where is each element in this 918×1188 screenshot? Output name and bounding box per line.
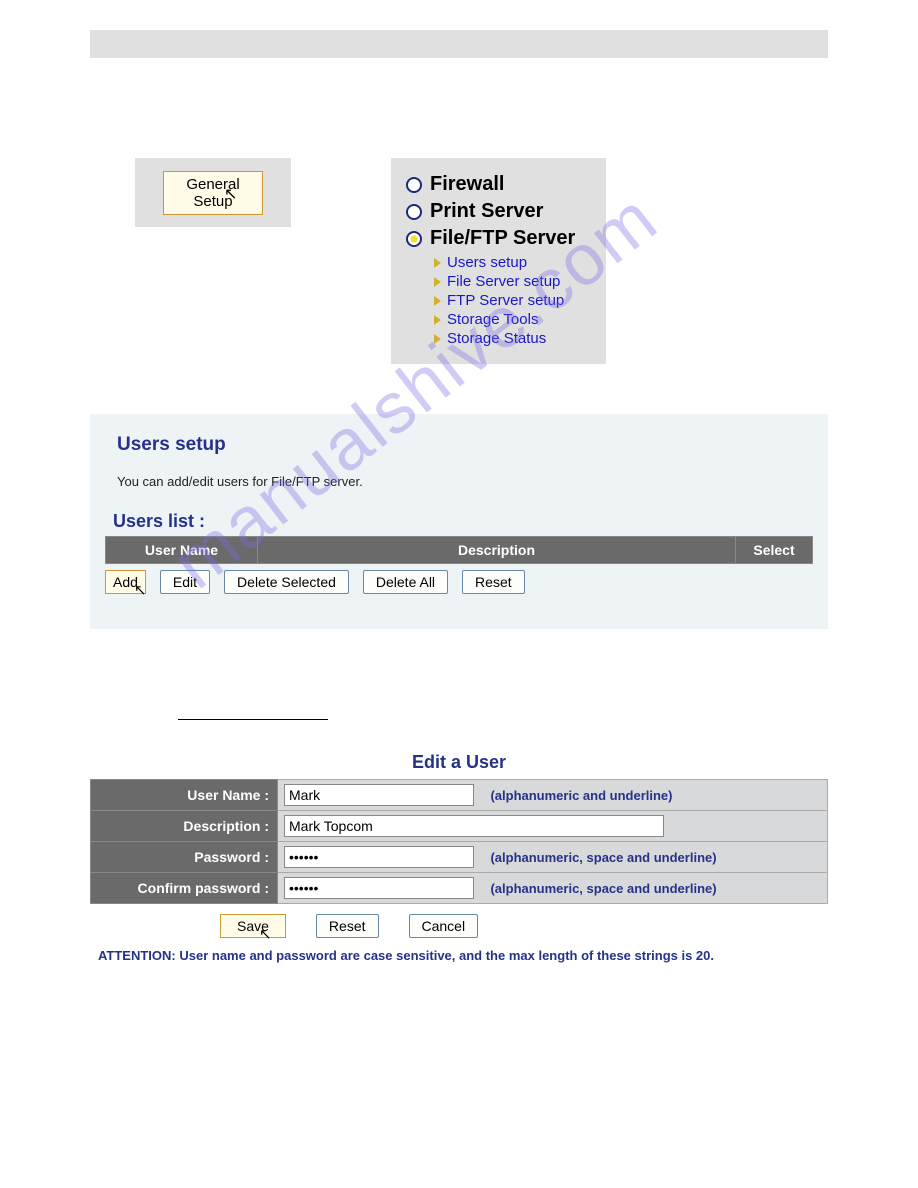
users-setup-title: Users setup xyxy=(117,434,813,456)
sublink-label: Storage Status xyxy=(447,330,546,347)
confirm-password-label: Confirm password : xyxy=(91,873,278,904)
reset-button[interactable]: Reset xyxy=(316,914,379,938)
reset-button[interactable]: Reset xyxy=(462,570,525,594)
confirm-password-field[interactable] xyxy=(284,877,474,899)
top-bar xyxy=(90,30,828,58)
nav-item-print-server[interactable]: Print Server xyxy=(406,200,581,223)
delete-selected-button[interactable]: Delete Selected xyxy=(224,570,349,594)
col-description: Description xyxy=(258,537,736,564)
edit-user-form: User Name : (alphanumeric and underline)… xyxy=(90,779,828,904)
description-label: Description : xyxy=(91,811,278,842)
add-button[interactable]: Add ↖ xyxy=(105,570,146,594)
nav-menu: Firewall Print Server File/FTP Server Us… xyxy=(391,158,606,364)
sublink-users-setup[interactable]: Users setup xyxy=(434,254,581,271)
users-setup-desc: You can add/edit users for File/FTP serv… xyxy=(117,474,813,489)
sublink-label: Storage Tools xyxy=(447,311,538,328)
cursor-icon: ↖ xyxy=(224,184,237,204)
triangle-icon xyxy=(434,315,441,325)
sublink-label: FTP Server setup xyxy=(447,292,564,309)
nav-label: Print Server xyxy=(430,200,543,223)
description-field[interactable] xyxy=(284,815,664,837)
sublink-storage-tools[interactable]: Storage Tools xyxy=(434,311,581,328)
radio-icon xyxy=(406,204,422,220)
triangle-icon xyxy=(434,296,441,306)
col-select: Select xyxy=(736,537,813,564)
sublink-label: Users setup xyxy=(447,254,527,271)
nav-label: Firewall xyxy=(430,173,504,196)
divider-line xyxy=(178,719,328,720)
triangle-icon xyxy=(434,277,441,287)
nav-sublinks: Users setup File Server setup FTP Server… xyxy=(434,254,581,347)
general-setup-container: General Setup ↖ xyxy=(135,158,291,227)
cursor-icon: ↖ xyxy=(259,925,272,943)
password-field[interactable] xyxy=(284,846,474,868)
nav-item-firewall[interactable]: Firewall xyxy=(406,173,581,196)
user-name-hint: (alphanumeric and underline) xyxy=(490,788,672,803)
sublink-ftp-server-setup[interactable]: FTP Server setup xyxy=(434,292,581,309)
user-name-field[interactable] xyxy=(284,784,474,806)
nav-item-file-ftp-server[interactable]: File/FTP Server xyxy=(406,227,581,250)
confirm-password-hint: (alphanumeric, space and underline) xyxy=(490,881,716,896)
radio-icon-selected xyxy=(406,231,422,247)
users-table: User Name Description Select xyxy=(105,536,813,564)
sublink-label: File Server setup xyxy=(447,273,560,290)
edit-user-title: Edit a User xyxy=(90,742,828,779)
cursor-icon: ↖ xyxy=(134,581,147,599)
users-list-label: Users list : xyxy=(113,511,813,532)
delete-all-button[interactable]: Delete All xyxy=(363,570,448,594)
edit-button[interactable]: Edit xyxy=(160,570,210,594)
col-user-name: User Name xyxy=(106,537,258,564)
edit-user-button-row: Save ↖ Reset Cancel xyxy=(90,904,828,944)
radio-icon xyxy=(406,177,422,193)
general-setup-button[interactable]: General Setup ↖ xyxy=(163,171,263,215)
triangle-icon xyxy=(434,334,441,344)
nav-label: File/FTP Server xyxy=(430,227,575,250)
triangle-icon xyxy=(434,258,441,268)
attention-text: ATTENTION: User name and password are ca… xyxy=(90,944,828,975)
sublink-storage-status[interactable]: Storage Status xyxy=(434,330,581,347)
save-button[interactable]: Save ↖ xyxy=(220,914,286,938)
users-setup-panel: Users setup You can add/edit users for F… xyxy=(90,414,828,629)
password-label: Password : xyxy=(91,842,278,873)
password-hint: (alphanumeric, space and underline) xyxy=(490,850,716,865)
users-button-row: Add ↖ Edit Delete Selected Delete All Re… xyxy=(105,570,813,594)
cancel-button[interactable]: Cancel xyxy=(409,914,479,938)
user-name-label: User Name : xyxy=(91,780,278,811)
edit-user-panel: Edit a User User Name : (alphanumeric an… xyxy=(90,742,828,975)
sublink-file-server-setup[interactable]: File Server setup xyxy=(434,273,581,290)
